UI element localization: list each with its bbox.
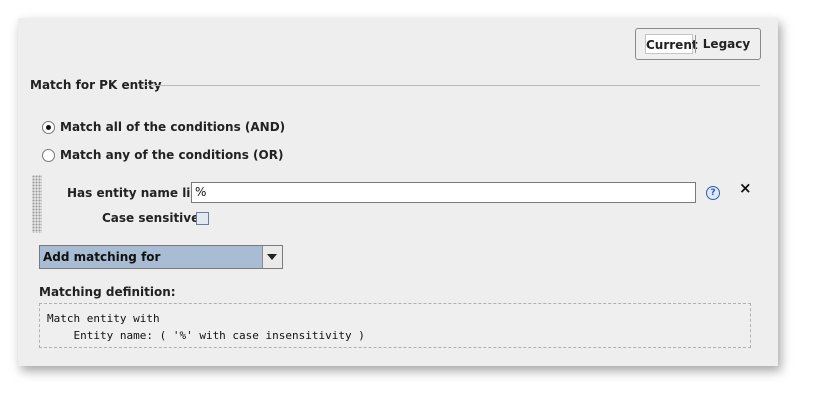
case-sensitive-label: Case sensitive	[102, 211, 200, 225]
add-matching-dropdown[interactable]: Add matching for	[39, 245, 283, 269]
help-icon[interactable]: ?	[706, 186, 720, 200]
match-any-radio[interactable]	[42, 149, 55, 162]
definition-box: Match entity with Entity name: ( '%' wit…	[39, 303, 751, 348]
drag-handle[interactable]	[32, 175, 42, 233]
match-panel: Current Legacy Match for PK entity Match…	[18, 18, 778, 366]
toggle-divider	[695, 35, 696, 53]
section-divider	[142, 85, 760, 86]
legacy-toggle-button[interactable]: Legacy	[698, 34, 755, 54]
match-any-label: Match any of the conditions (OR)	[60, 148, 284, 162]
match-all-label: Match all of the conditions (AND)	[60, 120, 286, 134]
view-toggle-group: Current Legacy	[635, 28, 761, 60]
definition-line: Match entity with	[47, 312, 160, 325]
close-icon[interactable]: ×	[739, 180, 752, 196]
chevron-down-icon[interactable]	[262, 246, 282, 268]
add-matching-label: Add matching for	[43, 250, 161, 264]
entity-name-input[interactable]: %	[191, 182, 696, 203]
definition-line: Entity name: ( '%' with case insensitivi…	[47, 329, 365, 342]
entity-name-label: Has entity name like:	[67, 186, 212, 200]
current-toggle-button[interactable]: Current	[645, 34, 698, 54]
case-sensitive-checkbox[interactable]	[196, 212, 209, 225]
match-all-radio[interactable]	[42, 121, 55, 134]
definition-label: Matching definition:	[39, 285, 176, 299]
